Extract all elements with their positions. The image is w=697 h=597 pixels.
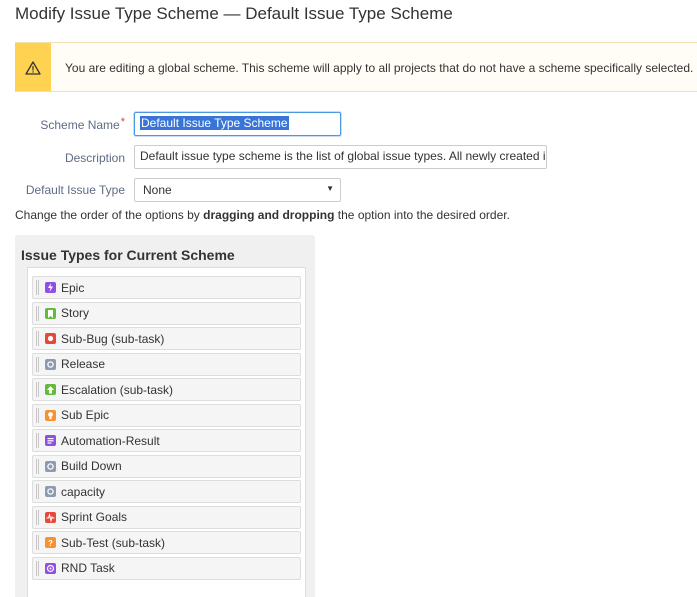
default-issue-type-select[interactable]: None ▼ [134,178,341,202]
drag-handle-icon[interactable] [36,560,39,576]
scheme-name-label: Scheme Name* [40,116,125,132]
default-issue-type-label: Default Issue Type [25,183,125,197]
issue-type-label: Automation-Result [61,433,160,448]
issue-type-label: Epic [61,280,85,295]
drag-handle-icon[interactable] [36,433,39,448]
default-issue-type-value: None [143,183,172,197]
issue-type-item[interactable]: Automation-Result [32,429,301,452]
issue-type-item[interactable]: Escalation (sub-task) [32,378,301,401]
issue-type-label: Sub-Bug (sub-task) [61,331,165,346]
issue-type-label: capacity [61,484,106,499]
issue-type-item[interactable]: Build Down [32,454,301,478]
generic-icon [45,358,56,370]
description-label: Description [64,151,125,165]
issue-type-item[interactable]: Sub Epic [32,403,301,427]
dropdown-arrow-icon: ▼ [326,184,334,193]
issue-type-item[interactable]: Sub-Bug (sub-task) [32,327,301,350]
issue-type-item[interactable]: ? Sub-Test (sub-task) [32,531,301,554]
issue-type-label: Sub Epic [61,408,110,422]
reorder-hint: Change the order of the options by dragg… [15,208,510,222]
question-icon: ? [45,537,56,548]
drag-handle-icon[interactable] [36,535,39,550]
drag-handle-icon[interactable] [36,484,39,499]
issue-type-label: Escalation (sub-task) [61,382,174,397]
issue-type-label: RND Task [61,561,115,575]
issue-type-item[interactable]: RND Task [32,556,301,580]
issue-type-item[interactable]: Story [32,301,301,325]
scheme-name-value: Default Issue Type Scheme [140,116,289,130]
drag-handle-icon[interactable] [36,280,39,295]
panel-title: Issue Types for Current Scheme [21,247,235,263]
drag-handle-icon[interactable] [36,458,39,474]
issue-type-item[interactable]: Epic [32,276,301,299]
pulse-icon [45,511,56,523]
issue-type-item[interactable]: capacity [32,480,301,503]
drag-handle-icon[interactable] [36,509,39,525]
epic-icon [45,282,56,293]
issue-type-list: Epic Story Sub-Bug (sub-task) Release Escala… [27,267,306,597]
story-icon [45,307,56,319]
issue-type-item[interactable]: Release [32,352,301,376]
warning-strip [15,43,51,91]
document-icon [45,435,56,446]
svg-text:?: ? [48,539,53,548]
target-icon [45,562,56,574]
drag-handle-icon[interactable] [36,305,39,321]
warning-message: You are editing a global scheme. This sc… [65,61,694,75]
scheme-name-input[interactable]: Default Issue Type Scheme [134,112,341,136]
page-title: Modify Issue Type Scheme — Default Issue… [15,4,453,23]
issue-type-label: Story [61,306,90,320]
generic-icon [45,486,56,497]
bug-icon [45,333,56,344]
drag-handle-icon[interactable] [36,356,39,372]
issue-type-item[interactable]: Sprint Goals [32,505,301,529]
idea-icon [45,409,56,421]
issue-type-label: Release [61,357,106,371]
description-input[interactable]: Default issue type scheme is the list of… [134,145,547,169]
improvement-icon [45,384,56,395]
drag-handle-icon[interactable] [36,382,39,397]
warning-icon [25,61,41,75]
issue-type-label: Build Down [61,459,122,473]
current-scheme-panel: Issue Types for Current Scheme Epic Story… [15,235,315,597]
issue-type-label: Sprint Goals [61,510,128,524]
global-scheme-warning: You are editing a global scheme. This sc… [15,42,697,92]
issue-type-label: Sub-Test (sub-task) [61,535,166,550]
drag-handle-icon[interactable] [36,331,39,346]
drag-handle-icon[interactable] [36,407,39,423]
required-marker: * [120,116,125,128]
generic-icon [45,460,56,472]
